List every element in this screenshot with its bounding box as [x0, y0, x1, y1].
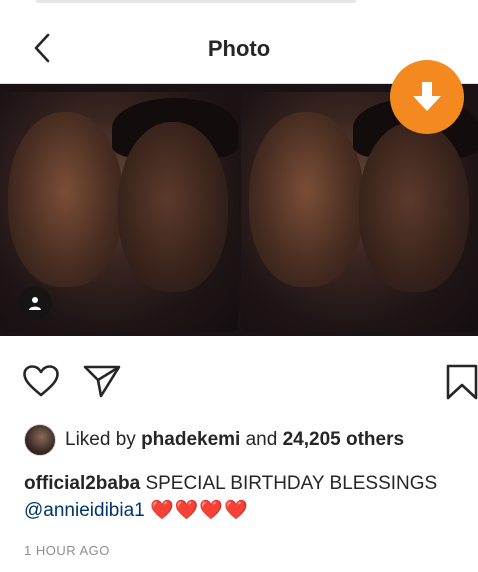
likes-count[interactable]: 24,205 others: [283, 429, 404, 451]
liker-username[interactable]: phadekemi: [141, 429, 240, 451]
likes-conjunction: and: [245, 429, 278, 450]
caption-text: SPECIAL BIRTHDAY BLESSINGS: [145, 473, 438, 494]
like-button[interactable]: [22, 362, 60, 400]
post-timestamp: 1 HOUR AGO: [24, 543, 110, 558]
status-bar-remnant: [36, 0, 356, 3]
photo-face: [8, 112, 123, 287]
likes-summary[interactable]: Liked by phadekemi and 24,205 others: [24, 424, 404, 456]
caption-username[interactable]: official2baba: [24, 473, 140, 494]
download-arrow-icon: [413, 82, 441, 111]
page-title: Photo: [207, 36, 271, 61]
share-button[interactable]: [82, 362, 122, 400]
download-button[interactable]: [390, 60, 464, 134]
liker-avatar: [24, 424, 56, 456]
caption-hearts: ❤️❤️❤️❤️: [150, 500, 249, 521]
likes-prefix: Liked by: [65, 429, 136, 450]
post-actions: [0, 336, 478, 426]
tag-people-button[interactable]: [18, 286, 52, 320]
heart-outline-icon: [23, 365, 59, 397]
user-tag-icon: [29, 297, 41, 310]
photo-face: [118, 122, 228, 292]
paper-plane-icon: [83, 365, 121, 398]
caption-mention[interactable]: @annieidibia1: [24, 500, 145, 521]
photo-face: [249, 112, 364, 287]
save-button[interactable]: [444, 362, 478, 402]
post-caption: official2baba SPECIAL BIRTHDAY BLESSINGS…: [24, 470, 464, 524]
bookmark-icon: [446, 364, 478, 400]
photo-face: [359, 122, 469, 292]
